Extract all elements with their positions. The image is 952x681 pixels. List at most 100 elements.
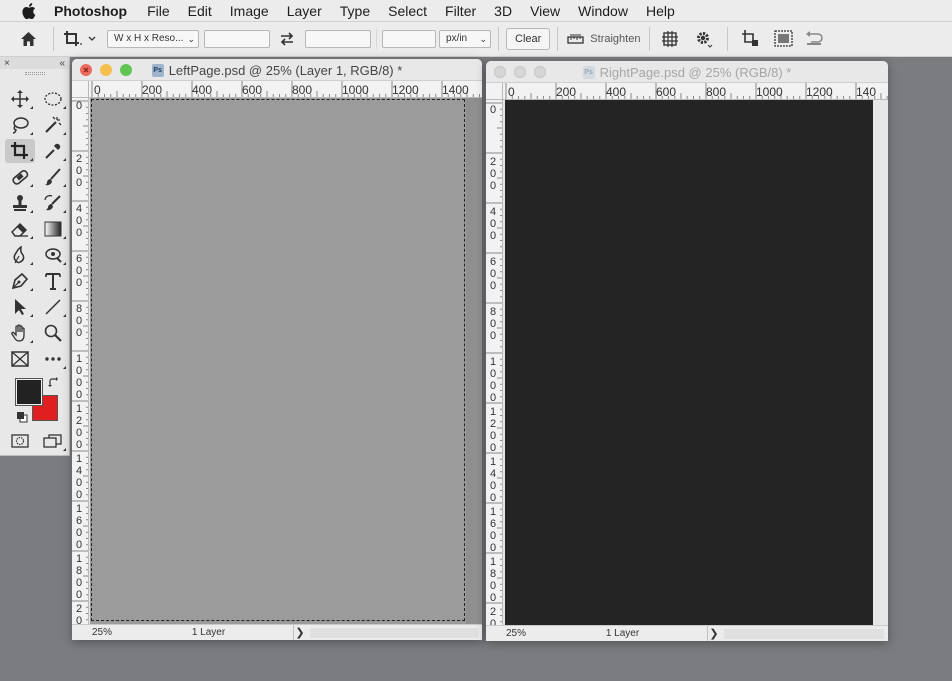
menu-app-name[interactable]: Photoshop [54,0,138,22]
type-tool-icon[interactable] [38,269,68,293]
swap-colors-icon[interactable] [48,377,60,389]
menu-3d[interactable]: 3D [485,0,521,22]
swap-dimensions-icon[interactable] [277,29,297,49]
left-horizontal-ruler[interactable]: 0 200 400 600 800 1000 1200 1400 [89,81,482,98]
ruler-label: 600 [489,256,497,292]
horizontal-scrollbar[interactable] [724,628,884,639]
zoom-tool-icon[interactable] [38,321,68,345]
menu-file[interactable]: File [138,0,179,22]
psd-file-icon: Ps [151,63,164,77]
lasso-tool-icon[interactable] [5,113,35,137]
more-tools-icon[interactable] [38,347,68,371]
straighten-label[interactable]: Straighten [590,33,640,45]
home-icon[interactable] [18,29,38,49]
panel-grip[interactable] [0,69,69,78]
path-selection-icon[interactable] [5,295,35,319]
close-panel-icon[interactable]: × [4,58,10,69]
quick-mask-icon[interactable] [5,429,35,453]
ruler-label: 1400 [489,456,497,504]
menu-view[interactable]: View [521,0,569,22]
straighten-icon[interactable] [566,30,584,48]
line-tool-icon[interactable] [38,295,68,319]
ruler-label: 1200 [806,85,833,99]
healing-brush-icon[interactable] [5,165,35,189]
menu-select[interactable]: Select [379,0,436,22]
reset-icon[interactable] [803,28,825,50]
menu-type[interactable]: Type [331,0,379,22]
status-menu-arrow-icon[interactable]: ❯ [708,627,720,640]
ruler-label: 400 [606,85,627,99]
history-brush-icon[interactable] [38,191,68,215]
elliptical-marquee-icon[interactable] [38,87,68,111]
menu-image[interactable]: Image [221,0,278,22]
move-tool-icon[interactable] [5,87,35,111]
ratio-dropdown[interactable]: W x H x Reso... ⌄ [107,30,199,48]
ruler-label: 1600 [489,506,497,554]
clear-button[interactable]: Clear [506,28,551,50]
apple-menu-icon[interactable] [19,2,39,19]
separator [557,27,559,51]
right-status-bar: 25% 1 Layer ❯ [486,625,888,641]
pasteboard [466,98,482,624]
separator [376,29,377,49]
ruler-label: 1600 [75,503,83,551]
resolution-input[interactable] [382,30,436,48]
content-aware-icon[interactable] [773,28,795,50]
crop-tool-preset-icon[interactable] [62,28,98,50]
chevron-down-icon: ⌄ [479,34,487,44]
blur-tool-icon[interactable] [5,243,35,267]
ruler-origin[interactable] [486,83,503,100]
ruler-label: 1200 [392,83,419,97]
height-input[interactable] [305,30,371,48]
horizontal-scrollbar[interactable] [310,627,478,638]
clone-stamp-icon[interactable] [5,191,35,215]
left-vertical-ruler[interactable]: 0 200 400 600 800 1000 1200 1400 1600 1800 20 [72,98,89,624]
delete-cropped-pixels-icon[interactable] [739,28,761,50]
screen-mode-icon[interactable] [38,429,68,453]
grid-overlay-icon[interactable] [660,29,680,49]
right-canvas[interactable] [505,100,873,625]
right-document-title: RightPage.psd @ 25% (RGB/8) * [599,64,792,80]
ruler-label: 600 [75,253,83,289]
menu-help[interactable]: Help [637,0,684,22]
right-horizontal-ruler[interactable]: 0 200 400 600 800 1000 1200 140 [503,83,888,100]
crop-tool-icon[interactable] [5,139,35,163]
menu-window[interactable]: Window [569,0,637,22]
ruler-label: 200 [556,85,577,99]
width-input[interactable] [204,30,270,48]
eraser-icon[interactable] [5,217,35,241]
brush-tool-icon[interactable] [38,165,68,189]
crop-boundary[interactable] [91,99,465,621]
gradient-tool-icon[interactable] [38,217,68,241]
ruler-label: 800 [489,306,497,342]
ruler-label: 600 [242,83,263,97]
magic-wand-icon[interactable] [38,113,68,137]
eyedropper-icon[interactable] [38,139,68,163]
foreground-color-swatch[interactable] [15,378,43,406]
frame-tool-icon[interactable] [5,347,35,371]
right-vertical-ruler[interactable]: 0 200 400 600 800 1000 1200 1400 1600 1800 20 [486,100,503,625]
left-canvas-area[interactable] [90,98,482,624]
status-menu-arrow-icon[interactable]: ❯ [294,626,306,639]
collapse-panel-icon[interactable]: « [59,58,65,69]
menu-edit[interactable]: Edit [179,0,221,22]
left-document-titlebar[interactable]: Ps LeftPage.psd @ 25% (Layer 1, RGB/8) * [72,59,482,81]
ruler-label: 1000 [75,353,83,401]
menu-layer[interactable]: Layer [278,0,331,22]
default-colors-icon[interactable] [16,411,28,423]
pen-tool-icon[interactable] [5,269,35,293]
units-dropdown-label: px/in [446,33,468,44]
gear-icon[interactable] [694,29,714,49]
dodge-tool-icon[interactable] [38,243,68,267]
ruler-label: 200 [142,83,163,97]
menu-filter[interactable]: Filter [436,0,485,22]
ruler-label: 400 [489,206,497,242]
ruler-origin[interactable] [72,81,89,98]
ruler-label: 0 [489,104,497,116]
right-document-titlebar[interactable]: Ps RightPage.psd @ 25% (RGB/8) * [486,61,888,83]
hand-tool-icon[interactable] [5,321,35,345]
zoom-level[interactable]: 25% [486,628,538,639]
right-canvas-area[interactable] [504,100,888,625]
zoom-level[interactable]: 25% [72,627,124,638]
units-dropdown[interactable]: px/in ⌄ [439,30,491,48]
